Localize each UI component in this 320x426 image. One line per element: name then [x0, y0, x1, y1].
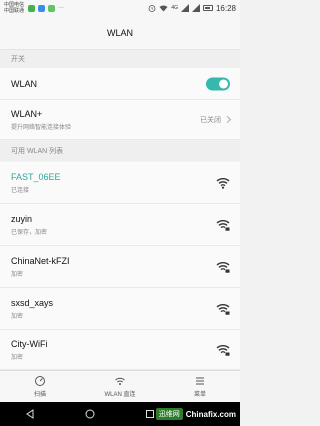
section-header-list: 可用 WLAN 列表: [0, 141, 240, 161]
wechat-icon: [28, 4, 36, 12]
scan-label: 扫描: [33, 392, 46, 398]
network-item-fast-06ee[interactable]: FAST_06EE 已连接: [0, 162, 240, 204]
carrier-info: 中国电信 中国联通: [4, 2, 24, 14]
network-status: 已保存，加密: [11, 229, 48, 236]
watermark-site: Chinafix.com: [185, 409, 236, 419]
wifi-locked-icon: [216, 219, 230, 231]
wlan-toggle-switch[interactable]: [206, 77, 230, 90]
wlan-plus-label: WLAN+: [11, 108, 43, 119]
home-icon[interactable]: [85, 409, 95, 419]
wlan-toggle-label: WLAN: [11, 78, 38, 89]
wlan-direct-button[interactable]: WLAN 直连: [80, 371, 160, 402]
chat-icon: [48, 4, 56, 12]
network-status: 加密: [11, 354, 24, 361]
chevron-right-icon: [223, 115, 232, 124]
section-header-list-label: 可用 WLAN 列表: [11, 148, 64, 155]
toggle-knob: [219, 79, 228, 88]
wifi-locked-icon: [216, 344, 230, 356]
wlan-plus-state-label: 已关闭: [200, 116, 221, 124]
status-right: 4G 16:28: [148, 4, 236, 13]
network-item-city-wifi[interactable]: City-WiFi 加密: [0, 330, 240, 370]
carrier-label-2: 中国联通: [4, 8, 25, 14]
menu-label: 菜单: [193, 392, 206, 398]
section-header-switch: 开关: [0, 50, 240, 68]
wlan-plus-state: 已关闭: [200, 115, 232, 125]
bottom-action-bar: 扫描 WLAN 直连 菜单: [0, 370, 240, 402]
notification-icons: ···: [28, 4, 65, 12]
battery-icon: [202, 5, 213, 11]
wifi-locked-icon: [216, 261, 230, 273]
status-bar: 中国电信 中国联通 ··· 4G 16:28: [0, 0, 240, 16]
network-type: 4G: [171, 5, 178, 11]
network-item-chinanet-kfzi[interactable]: ChinaNet-kFZI 加密: [0, 246, 240, 288]
more-notifications-icon: ···: [58, 5, 65, 11]
network-status: 加密: [11, 271, 24, 278]
network-status: 已连接: [11, 187, 30, 194]
menu-button[interactable]: 菜单: [160, 371, 240, 402]
scan-icon: [35, 376, 45, 386]
wlan-direct-icon: [115, 377, 125, 385]
page-title-bar: WLAN: [0, 16, 240, 50]
menu-icon: [196, 377, 204, 385]
back-icon[interactable]: [25, 409, 35, 419]
wlan-plus-subtitle: 提升网络智能连接体验: [11, 124, 72, 131]
network-status: 加密: [11, 313, 24, 320]
signal-icon-2: [191, 4, 200, 12]
network-ssid: FAST_06EE: [11, 171, 61, 182]
watermark-badge: 迅维网: [155, 408, 183, 420]
recents-icon[interactable]: [145, 409, 155, 419]
network-ssid: ChinaNet-kFZI: [11, 255, 70, 266]
wlan-toggle-row[interactable]: WLAN: [0, 68, 240, 100]
signal-icon: [180, 4, 189, 12]
watermark: 迅维网 Chinafix.com: [155, 406, 236, 422]
network-item-zuyin[interactable]: zuyin 已保存，加密: [0, 204, 240, 246]
message-icon: [38, 4, 46, 12]
status-wifi-icon: [159, 5, 168, 12]
network-ssid: sxsd_xays: [11, 297, 54, 308]
clock: 16:28: [215, 3, 236, 13]
wlan-plus-row[interactable]: WLAN+ 提升网络智能连接体验 已关闭: [0, 100, 240, 140]
network-ssid: zuyin: [11, 213, 33, 224]
wlan-direct-label: WLAN 直连: [104, 392, 136, 398]
network-ssid: City-WiFi: [11, 338, 48, 349]
watermark-badge-text: 迅维网: [158, 411, 180, 418]
page-title: WLAN: [106, 27, 133, 38]
wifi-signal-icon: [216, 177, 230, 189]
scan-button[interactable]: 扫描: [0, 371, 80, 402]
network-item-sxsd-xays[interactable]: sxsd_xays 加密: [0, 288, 240, 330]
wifi-locked-icon: [216, 303, 230, 315]
section-header-switch-label: 开关: [11, 56, 25, 63]
alarm-icon: [148, 5, 156, 12]
